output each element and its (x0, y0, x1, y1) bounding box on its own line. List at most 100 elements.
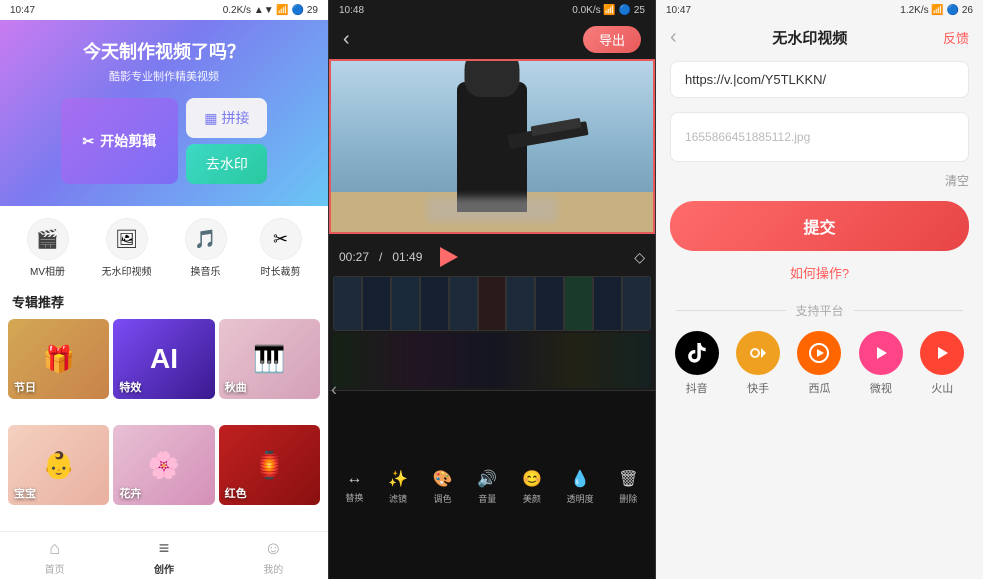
statusbar-3: 10:47 1.2K/s 📶 🔵 26 (656, 0, 983, 20)
splice-button[interactable]: ▦ 拼接 (186, 98, 267, 138)
tool-opacity[interactable]: 💧 透明度 (567, 469, 594, 505)
statusbar-1: 10:47 0.2K/s ▲▼ 📶 🔵 29 (0, 0, 328, 20)
watermark-icon: 🖼 (106, 218, 148, 260)
platform-huoshan[interactable]: 火山 (920, 331, 964, 396)
signal-3: 1.2K/s 📶 🔵 26 (900, 5, 973, 16)
watermark-button[interactable]: 去水印 (186, 144, 267, 184)
film-frame (420, 276, 449, 331)
header-title: 今天制作视频了吗？ (16, 38, 312, 64)
editor-topbar: ‹ 导出 (329, 20, 655, 59)
timeline-controls: 00:27 / 01:49 ◇ (329, 234, 655, 276)
how-to-link[interactable]: 如何操作? (656, 255, 983, 290)
huoshan-icon (920, 331, 964, 375)
diamond-icon: ◇ (634, 249, 645, 266)
action-buttons: ✂ 开始剪辑 ▦ 拼接 去水印 (16, 98, 312, 184)
album-jieri[interactable]: 🎁 节日 (8, 319, 109, 399)
film-frame (362, 276, 391, 331)
nav-create[interactable]: ≡ 创作 (154, 538, 174, 576)
panel-watermark: 10:47 1.2K/s 📶 🔵 26 ‹ 无水印视频 反馈 https://v… (656, 0, 983, 579)
mv-icon: 🎬 (27, 218, 69, 260)
film-frame (391, 276, 420, 331)
splice-icon: ▦ (204, 110, 217, 127)
back-button-2[interactable]: ‹ (343, 28, 350, 51)
statusbar-2: 10:48 0.0K/s 📶 🔵 25 (329, 0, 655, 20)
video-thumbnail (331, 61, 653, 232)
film-frame (535, 276, 564, 331)
panel-editor: 10:48 0.0K/s 📶 🔵 25 ‹ 导出 00:27 / 01:49 (328, 0, 656, 579)
platform-icons: 抖音 快手 西瓜 (656, 331, 983, 396)
tool-beauty[interactable]: 😊 美颜 (522, 469, 542, 505)
xigua-icon (797, 331, 841, 375)
divider-left (676, 310, 786, 311)
music-icon: 🎵 (185, 218, 227, 260)
filmstrip-primary[interactable] (333, 276, 651, 331)
home-icon: ⌂ (49, 538, 60, 559)
panel3-title: 无水印视频 (772, 27, 847, 48)
header-section: 今天制作视频了吗？ 酷影专业制作精美视频 ✂ 开始剪辑 ▦ 拼接 去水印 (0, 20, 328, 206)
divider-right (854, 310, 964, 311)
film-frame (593, 276, 622, 331)
feature-watermark[interactable]: 🖼 无水印视频 (102, 218, 152, 278)
back-button-3[interactable]: ‹ (670, 26, 677, 49)
album-baby[interactable]: 👶 宝宝 (8, 425, 109, 505)
create-icon: ≡ (159, 538, 170, 559)
album-flowers[interactable]: 🌸 花卉 (113, 425, 214, 505)
replace-icon: ↔ (346, 470, 362, 488)
delete-icon: 🗑 (618, 469, 638, 489)
feature-music[interactable]: 🎵 换音乐 (185, 218, 227, 278)
time-3: 10:47 (666, 5, 691, 16)
feedback-button[interactable]: 反馈 (943, 28, 969, 47)
tool-filter[interactable]: ✨ 滤镜 (388, 469, 408, 505)
crop-icon: ✂ (260, 218, 302, 260)
tool-volume[interactable]: 🔊 音量 (477, 469, 497, 505)
platform-tiktok[interactable]: 抖音 (675, 331, 719, 396)
tool-delete[interactable]: 🗑 删除 (618, 469, 638, 505)
platform-divider: 支持平台 (656, 290, 983, 331)
url-display: https://v.|com/Y5TLKKN/ (670, 61, 969, 98)
feature-icons-row: 🎬 MV相册 🖼 无水印视频 🎵 换音乐 ✂ 时长裁剪 (0, 206, 328, 284)
filename-input[interactable]: 1655866451885112.jpg (670, 112, 969, 162)
opacity-icon: 💧 (570, 469, 590, 489)
album-grid: 🎁 节日 AI 特效 🎹 秋曲 👶 宝宝 🌸 花卉 🏮 红色 (0, 315, 328, 531)
platform-kuaishou[interactable]: 快手 (736, 331, 780, 396)
time-2: 10:48 (339, 5, 364, 16)
nav-me[interactable]: ☺ 我的 (263, 538, 283, 576)
time-total: 01:49 (392, 250, 422, 264)
color-icon: 🎨 (433, 469, 453, 489)
time-1: 10:47 (10, 5, 35, 16)
clear-button[interactable]: 清空 (945, 172, 969, 189)
start-edit-button[interactable]: ✂ 开始剪辑 (61, 98, 179, 184)
bottom-nav-1: ⌂ 首页 ≡ 创作 ☺ 我的 (0, 531, 328, 579)
feature-crop[interactable]: ✂ 时长裁剪 (260, 218, 302, 278)
tiktok-icon (675, 331, 719, 375)
album-lantern[interactable]: 🏮 红色 (219, 425, 320, 505)
play-icon (440, 247, 458, 267)
tool-replace[interactable]: ↔ 替换 (345, 470, 363, 504)
filter-icon: ✨ (388, 469, 408, 489)
film-frame (449, 276, 478, 331)
nav-home[interactable]: ⌂ 首页 (45, 538, 65, 576)
play-button[interactable] (432, 242, 462, 272)
panel3-topbar: ‹ 无水印视频 反馈 (656, 20, 983, 57)
clear-button-wrapper: 清空 (656, 172, 983, 197)
chevron-left-icon[interactable]: ‹ (331, 380, 337, 401)
video-preview (329, 59, 655, 234)
tool-color[interactable]: 🎨 调色 (433, 469, 453, 505)
scissors-icon: ✂ (83, 133, 95, 150)
signal-1: 0.2K/s ▲▼ 📶 🔵 29 (223, 5, 318, 16)
mosaic-overlay (427, 197, 557, 222)
weishi-icon (859, 331, 903, 375)
platform-weishi[interactable]: 微视 (859, 331, 903, 396)
album-qiuji[interactable]: 🎹 秋曲 (219, 319, 320, 399)
signal-2: 0.0K/s 📶 🔵 25 (572, 5, 645, 16)
header-subtitle: 酷影专业制作精美视频 (16, 68, 312, 84)
album-ai[interactable]: AI 特效 (113, 319, 214, 399)
time-current: 00:27 (339, 250, 369, 264)
film-frame (564, 276, 593, 331)
panel-home: 10:47 0.2K/s ▲▼ 📶 🔵 29 今天制作视频了吗？ 酷影专业制作精… (0, 0, 328, 579)
platform-xigua[interactable]: 西瓜 (797, 331, 841, 396)
album-section-title: 专辑推荐 (0, 284, 328, 315)
export-button[interactable]: 导出 (583, 26, 641, 53)
feature-mv[interactable]: 🎬 MV相册 (27, 218, 69, 278)
submit-button[interactable]: 提交 (670, 201, 969, 251)
